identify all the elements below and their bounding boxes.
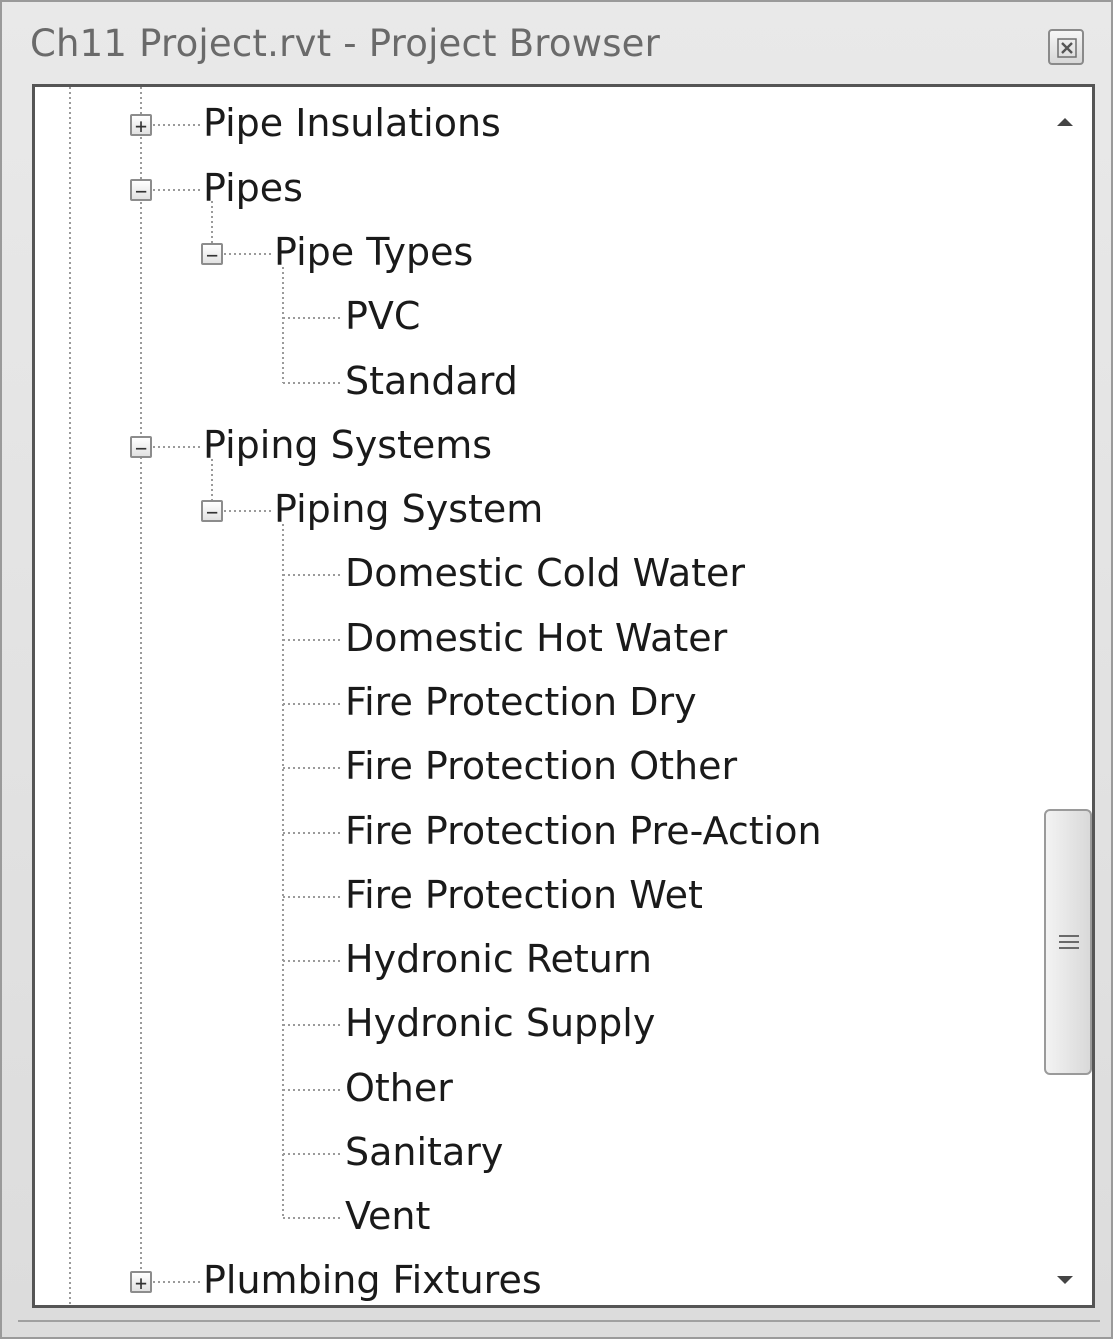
expand-toggle-pipe-insulations[interactable]: +	[130, 114, 152, 138]
scroll-down-button[interactable]	[1038, 1255, 1092, 1305]
tree-node-piping-systems[interactable]: Piping Systems	[203, 415, 492, 475]
tree-node-pvc[interactable]: PVC	[345, 286, 420, 346]
tree-node-fire-protection-wet[interactable]: Fire Protection Wet	[345, 865, 703, 925]
tree-node-fire-protection-other[interactable]: Fire Protection Other	[345, 736, 737, 796]
vertical-scrollbar[interactable]	[1038, 87, 1092, 1305]
tree-node-pipe-types[interactable]: Pipe Types	[274, 222, 473, 282]
window-title: Ch11 Project.rvt - Project Browser	[30, 22, 661, 65]
expand-toggle-plumbing-fixtures[interactable]: +	[130, 1271, 152, 1295]
tree-node-sanitary[interactable]: Sanitary	[345, 1122, 503, 1182]
project-browser-tree[interactable]: + − − − − + Pipe Insulations Pipes Pipe …	[32, 84, 1095, 1308]
tree-node-other[interactable]: Other	[345, 1058, 453, 1118]
tree-node-hydronic-return[interactable]: Hydronic Return	[345, 929, 652, 989]
close-icon	[1057, 38, 1077, 58]
tree-node-domestic-hot-water[interactable]: Domestic Hot Water	[345, 608, 727, 668]
scroll-up-arrow-icon	[1057, 118, 1073, 126]
tree-node-standard[interactable]: Standard	[345, 351, 518, 411]
title-bar[interactable]: Ch11 Project.rvt - Project Browser	[2, 2, 1111, 84]
tree-node-vent[interactable]: Vent	[345, 1186, 430, 1246]
tree-node-fire-protection-pre-action[interactable]: Fire Protection Pre-Action	[345, 801, 822, 861]
collapse-toggle-piping-system[interactable]: −	[201, 500, 223, 524]
collapse-toggle-pipes[interactable]: −	[130, 179, 152, 203]
close-button[interactable]	[1048, 29, 1084, 65]
bottom-edge	[18, 1320, 1100, 1332]
tree-node-pipes[interactable]: Pipes	[203, 158, 303, 218]
tree-node-hydronic-supply[interactable]: Hydronic Supply	[345, 993, 655, 1053]
collapse-toggle-piping-systems[interactable]: −	[130, 436, 152, 460]
tree-node-pipe-insulations[interactable]: Pipe Insulations	[203, 93, 501, 153]
scroll-grip-icon	[1059, 935, 1079, 949]
tree-node-domestic-cold-water[interactable]: Domestic Cold Water	[345, 543, 745, 603]
collapse-toggle-pipe-types[interactable]: −	[201, 243, 223, 267]
scroll-down-arrow-icon	[1057, 1276, 1073, 1284]
scroll-thumb[interactable]	[1044, 809, 1092, 1075]
tree-node-piping-system[interactable]: Piping System	[274, 479, 543, 539]
project-browser-window: Ch11 Project.rvt - Project Browser + − −…	[0, 0, 1113, 1339]
scroll-up-button[interactable]	[1038, 87, 1092, 161]
tree-node-fire-protection-dry[interactable]: Fire Protection Dry	[345, 672, 697, 732]
tree-node-plumbing-fixtures[interactable]: Plumbing Fixtures	[203, 1250, 542, 1305]
